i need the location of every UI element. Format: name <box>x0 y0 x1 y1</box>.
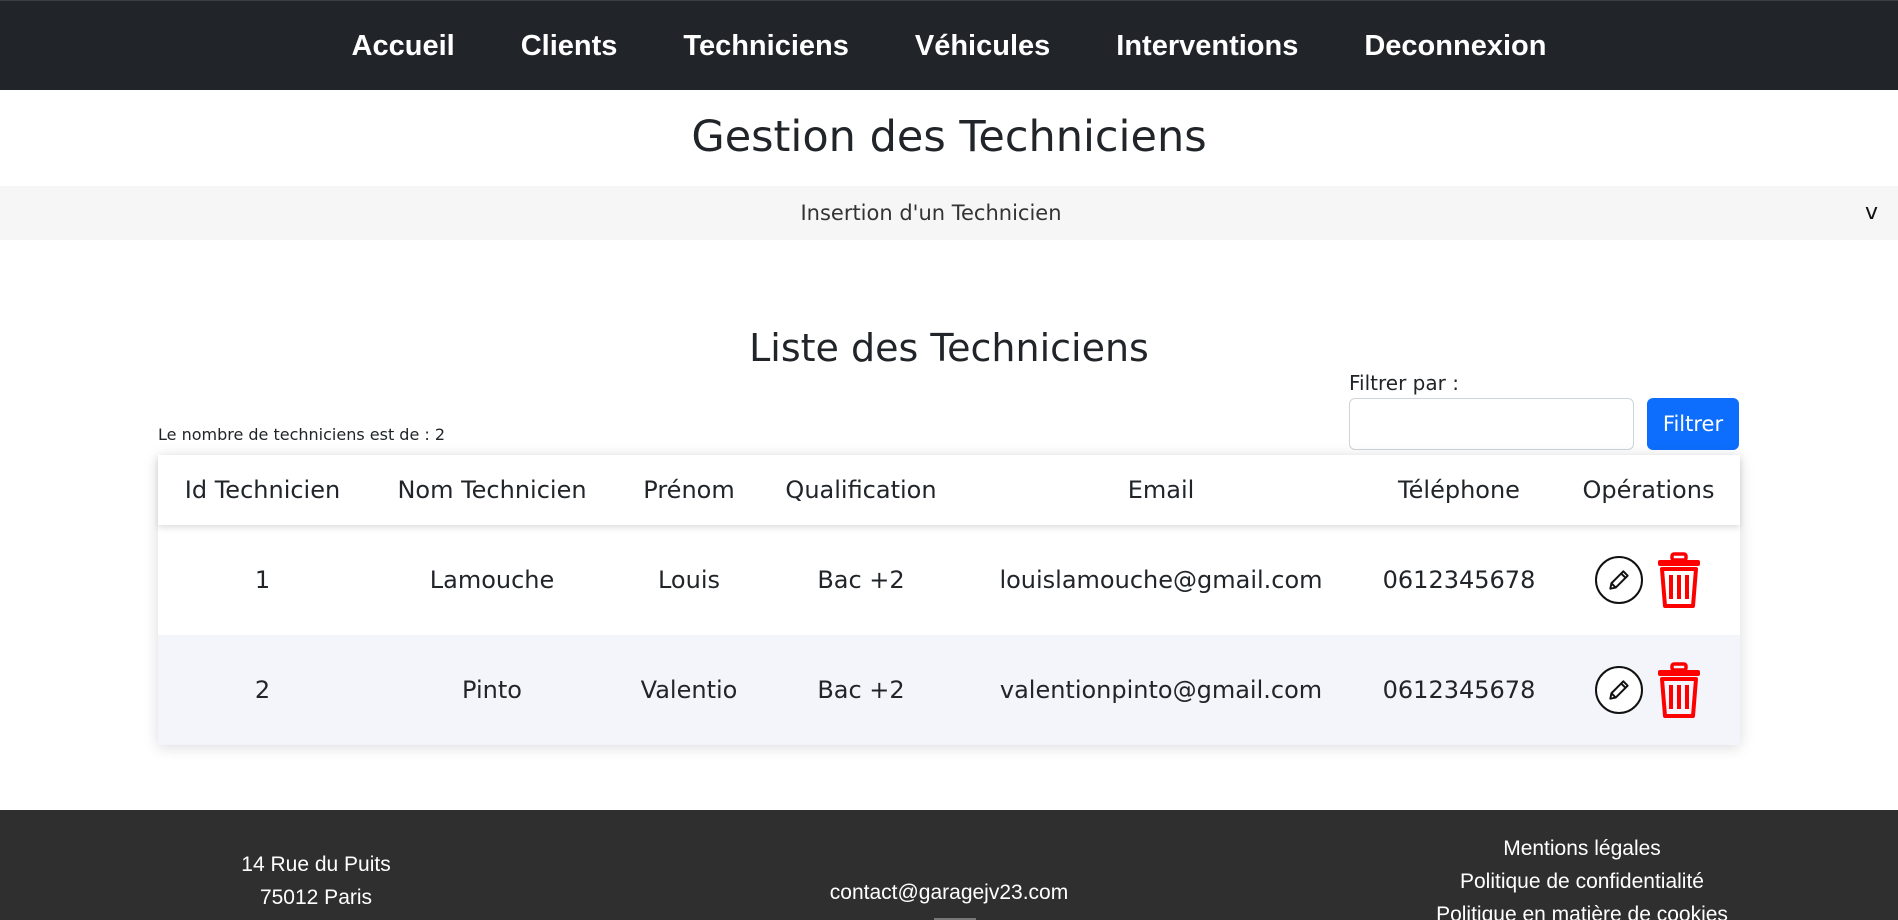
table-row: 2 Pinto Valentio Bac +2 valentionpinto@g… <box>158 635 1740 745</box>
delete-button[interactable] <box>1655 551 1703 609</box>
chevron-down-icon: v <box>1864 200 1878 225</box>
address-line-street: 14 Rue du Puits <box>241 853 391 876</box>
delete-button[interactable] <box>1655 661 1703 719</box>
cell-email: valentionpinto@gmail.com <box>999 676 1323 704</box>
cell-id: 2 <box>254 676 271 704</box>
filter-input[interactable] <box>1349 398 1634 450</box>
cell-nom: Lamouche <box>429 566 555 594</box>
edit-button[interactable] <box>1594 666 1643 714</box>
page-footer: 14 Rue du Puits 75012 Paris contact@gara… <box>0 810 1898 920</box>
cell-nom: Pinto <box>462 676 522 704</box>
nav-link-clients[interactable]: Clients <box>521 30 618 62</box>
nav-link-interventions[interactable]: Interventions <box>1116 30 1298 62</box>
header-telephone: Téléphone <box>1398 476 1520 504</box>
footer-email-link[interactable]: contact@garagejv23.com <box>632 881 1266 905</box>
table-header-row: Id Technicien Nom Technicien Prénom Qual… <box>158 455 1740 525</box>
cell-qualification: Bac +2 <box>817 676 905 704</box>
cell-prenom: Valentio <box>640 676 738 704</box>
link-mentions-legales[interactable]: Mentions légales <box>1266 832 1898 865</box>
technician-count: Le nombre de techniciens est de : 2 <box>158 425 446 444</box>
nav-link-accueil[interactable]: Accueil <box>352 30 455 62</box>
nav-link-techniciens[interactable]: Techniciens <box>683 30 848 62</box>
cell-email: louislamouche@gmail.com <box>999 566 1323 594</box>
pencil-icon <box>1608 570 1629 590</box>
header-operations: Opérations <box>1582 476 1715 504</box>
header-qualification: Qualification <box>785 476 937 504</box>
filter-button[interactable]: Filtrer <box>1647 398 1739 450</box>
address-line-city: 75012 Paris <box>259 886 373 909</box>
header-id: Id Technicien <box>184 476 341 504</box>
cell-qualification: Bac +2 <box>817 566 905 594</box>
cell-telephone: 0612345678 <box>1382 676 1536 704</box>
header-email: Email <box>1127 476 1195 504</box>
link-politique-cookies[interactable]: Politique en matière de cookies <box>1266 898 1898 920</box>
nav-link-vehicules[interactable]: Véhicules <box>915 30 1050 62</box>
cell-prenom: Louis <box>657 566 720 594</box>
accordion-label: Insertion d'un Technicien <box>800 201 1062 225</box>
row-actions <box>1557 551 1740 609</box>
cell-operations <box>1557 525 1740 635</box>
trash-icon <box>1657 552 1700 608</box>
nav-list: Accueil Clients Techniciens Véhicules In… <box>0 1 1898 91</box>
page-title: Gestion des Techniciens <box>691 112 1207 162</box>
trash-icon <box>1657 662 1700 718</box>
header-prenom: Prénom <box>643 476 735 504</box>
table-row: 1 Lamouche Louis Bac +2 louislamouche@gm… <box>158 525 1740 635</box>
cell-id: 1 <box>254 566 271 594</box>
edit-button[interactable] <box>1594 556 1643 604</box>
cell-operations <box>1557 635 1740 745</box>
technicians-table: Id Technicien Nom Technicien Prénom Qual… <box>158 455 1740 745</box>
cell-telephone: 0612345678 <box>1382 566 1536 594</box>
pencil-icon <box>1608 680 1629 700</box>
insert-technician-accordion[interactable]: Insertion d'un Technicien v <box>0 186 1898 240</box>
header-nom: Nom Technicien <box>397 476 587 504</box>
filter-label: Filtrer par : <box>1349 371 1459 395</box>
top-navbar: Accueil Clients Techniciens Véhicules In… <box>0 0 1898 90</box>
footer-links: Mentions légales Politique de confidenti… <box>1266 832 1898 920</box>
footer-address: 14 Rue du Puits 75012 Paris <box>0 848 632 914</box>
nav-link-deconnexion[interactable]: Deconnexion <box>1364 30 1546 62</box>
row-actions <box>1557 661 1740 719</box>
list-title: Liste des Techniciens <box>749 326 1149 370</box>
link-politique-confidentialite[interactable]: Politique de confidentialité <box>1266 865 1898 898</box>
